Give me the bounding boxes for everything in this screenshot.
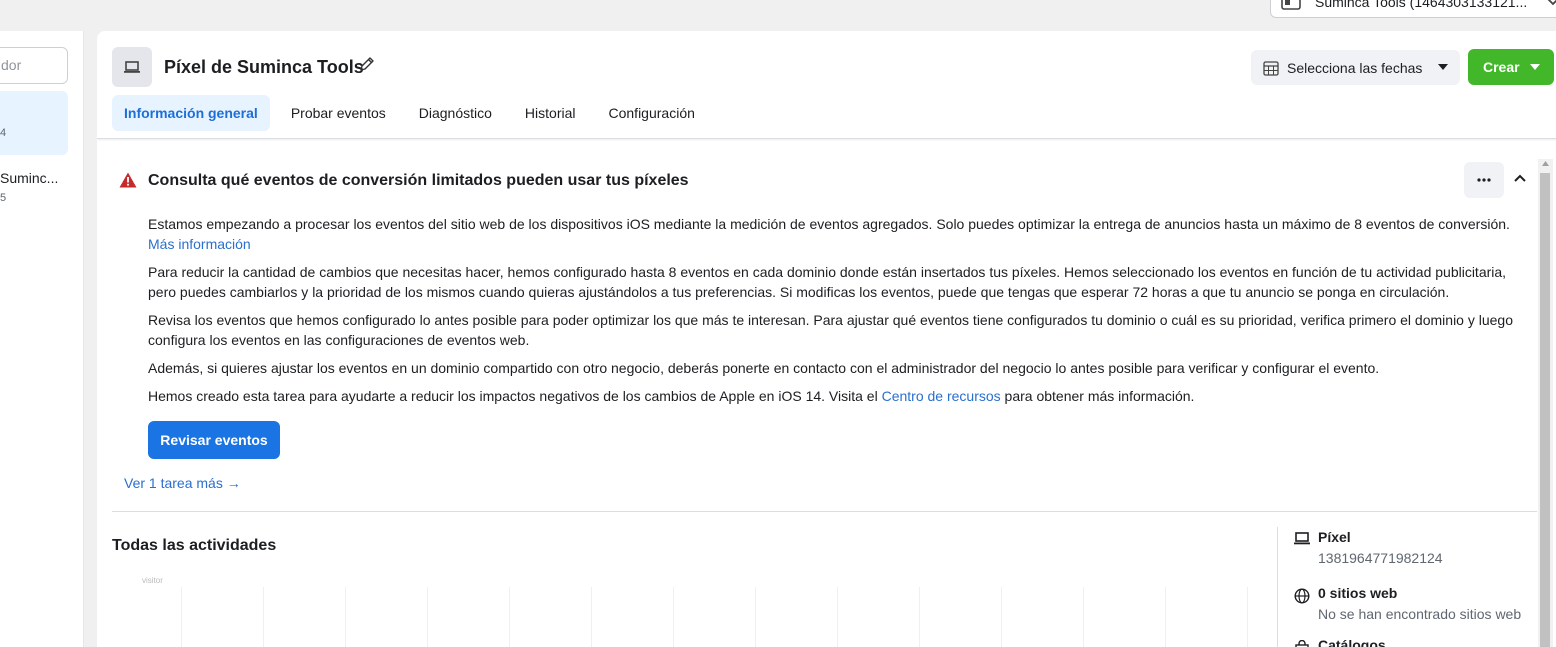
alert-title: Consulta qué eventos de conversión limit…: [148, 172, 689, 189]
chart-gridline: [755, 587, 756, 647]
websites-label: 0 sitios web: [1318, 585, 1398, 601]
pixel-id: 1381964771982124: [1318, 550, 1443, 566]
scrollbar[interactable]: [1538, 159, 1553, 647]
calendar-icon: [1263, 60, 1279, 76]
sidebar-item[interactable]: Suminc... 5: [0, 170, 83, 204]
pixel-label: Píxel: [1318, 529, 1351, 545]
divider: [112, 511, 1537, 512]
pixel-info-panel: Píxel 1381964771982124 0 sitios web No s…: [1277, 527, 1537, 647]
tab-bar: Información general Probar eventos Diagn…: [112, 95, 716, 131]
caret-down-icon: [1530, 64, 1540, 70]
chevron-down-icon: [1547, 0, 1556, 6]
caret-down-icon: [1438, 64, 1448, 70]
review-events-button[interactable]: Revisar eventos: [148, 421, 280, 459]
alert-paragraph: Revisa los eventos que hemos configurado…: [148, 312, 1513, 348]
alert-paragraph-text: Estamos empezando a procesar los eventos…: [148, 216, 1510, 232]
alert-paragraph: Además, si quieres ajustar los eventos e…: [148, 360, 1380, 376]
warning-icon: [119, 172, 137, 188]
alert-paragraph-text: Hemos creado esta tarea para ayudarte a …: [148, 388, 882, 404]
chart-gridline: [837, 587, 838, 647]
tab-history[interactable]: Historial: [513, 95, 588, 131]
chart-series-label: visitor: [142, 576, 163, 585]
chart-gridline: [1165, 587, 1166, 647]
chart-gridline: [1247, 587, 1248, 647]
chart-gridline: [345, 587, 346, 647]
sidebar: dor 4 Suminc... 5: [0, 31, 84, 647]
alert-paragraph: Hemos creado esta tarea para ayudarte a …: [148, 386, 1523, 406]
chart-gridline: [181, 587, 182, 647]
globe-icon: [1294, 588, 1310, 604]
ellipsis-icon: [1477, 178, 1491, 182]
resource-center-link[interactable]: Centro de recursos: [882, 388, 1001, 404]
tab-settings[interactable]: Configuración: [597, 95, 707, 131]
date-range-button[interactable]: Selecciona las fechas: [1251, 50, 1460, 85]
edit-pencil-icon[interactable]: [359, 56, 375, 72]
sidebar-search-input[interactable]: dor: [0, 47, 68, 84]
sidebar-item-label: Suminc...: [0, 170, 59, 186]
chart-gridline: [263, 587, 264, 647]
alert-paragraph: Estamos empezando a procesar los eventos…: [148, 214, 1523, 254]
activity-title: Todas las actividades: [112, 537, 277, 554]
create-button[interactable]: Crear: [1468, 49, 1554, 85]
alert-paragraph-text: para obtener más información.: [1000, 388, 1195, 404]
tab-diagnostics[interactable]: Diagnóstico: [407, 95, 504, 131]
page-title: Píxel de Suminca Tools: [164, 57, 364, 77]
sidebar-item-count: 4: [0, 127, 7, 139]
more-tasks-link[interactable]: Ver 1 tarea más →: [124, 475, 241, 491]
alert-paragraph: Para reducir la cantidad de cambios que …: [148, 264, 1507, 300]
chart-gridline: [919, 587, 920, 647]
chart-gridline: [673, 587, 674, 647]
chart-gridline: [509, 587, 510, 647]
main-panel: Píxel de Suminca Tools Información gener…: [97, 31, 1556, 647]
websites-value: No se han encontrado sitios web: [1318, 606, 1522, 622]
chevron-up-icon[interactable]: [1513, 173, 1527, 183]
activity-chart: [181, 587, 1251, 647]
sidebar-search-placeholder: dor: [1, 57, 22, 73]
chart-gridline: [591, 587, 592, 647]
chart-gridline: [1001, 587, 1002, 647]
sidebar-item-selected[interactable]: 4: [0, 91, 68, 155]
tab-overview[interactable]: Información general: [112, 95, 270, 131]
tab-test-events[interactable]: Probar eventos: [279, 95, 398, 131]
scrollbar-thumb[interactable]: [1540, 173, 1550, 647]
scroll-up-arrow-icon[interactable]: [1542, 161, 1549, 166]
date-range-label: Selecciona las fechas: [1287, 59, 1423, 76]
more-options-button[interactable]: [1464, 162, 1504, 198]
pixel-icon: [112, 47, 152, 87]
account-selector[interactable]: Suminca Tools (1464303133121...: [1270, 0, 1556, 18]
chart-gridline: [1083, 587, 1084, 647]
catalog-bag-icon: [1295, 640, 1309, 647]
catalogs-label: Catálogos: [1318, 637, 1386, 647]
create-button-label: Crear: [1483, 59, 1520, 75]
laptop-icon: [1294, 532, 1310, 545]
page-header: Píxel de Suminca Tools Información gener…: [97, 31, 1556, 139]
learn-more-link[interactable]: Más información: [148, 236, 251, 252]
chart-gridline: [427, 587, 428, 647]
account-selector-label: Suminca Tools (1464303133121...: [1315, 0, 1528, 10]
business-icon: [1281, 0, 1301, 10]
sidebar-item-count: 5: [0, 192, 7, 204]
